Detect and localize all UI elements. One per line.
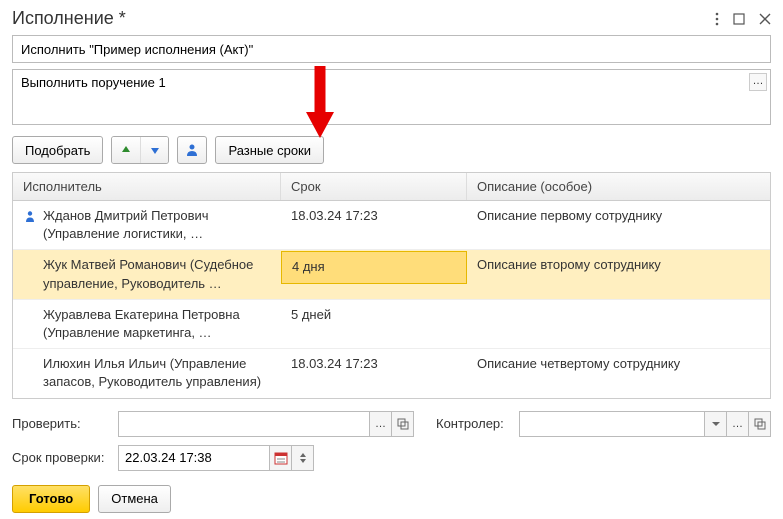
check-deadline-input[interactable] [118,445,270,471]
table-row[interactable]: Илюхин Илья Ильич (Управление запасов, Р… [13,349,770,397]
controller-dropdown-button[interactable] [705,411,727,437]
table-row[interactable]: Жук Матвей Романович (Судебное управлени… [13,250,770,299]
check-open-button[interactable] [392,411,414,437]
executor-name: Журавлева Екатерина Петровна (Управление… [43,306,271,342]
more-icon[interactable] [715,12,719,26]
table-row[interactable]: Журавлева Екатерина Петровна (Управление… [13,300,770,349]
controller-open-button[interactable] [749,411,771,437]
move-down-button[interactable] [140,137,168,163]
executor-name: Жук Матвей Романович (Судебное управлени… [43,256,271,292]
controller-select-button[interactable]: … [727,411,749,437]
executor-name: Жданов Дмитрий Петрович (Управление логи… [43,207,271,243]
description-cell: Описание второму сотруднику [467,250,770,280]
description-input[interactable]: Выполнить поручение 1 [12,69,771,125]
th-deadline[interactable]: Срок [281,173,467,200]
cancel-button[interactable]: Отмена [98,485,171,513]
done-button[interactable]: Готово [12,485,90,513]
executors-table: Исполнитель Срок Описание (особое) Ждано… [12,172,771,399]
description-cell [467,300,770,312]
add-person-button[interactable] [177,136,207,164]
controller-input[interactable] [519,411,705,437]
deadline-cell: 5 дней [281,300,467,330]
calendar-button[interactable] [270,445,292,471]
description-cell: Описание первому сотруднику [467,201,770,231]
task-name-input[interactable] [12,35,771,63]
table-row[interactable]: Жданов Дмитрий Петрович (Управление логи… [13,201,770,250]
description-expand-button[interactable]: … [749,73,767,91]
move-up-button[interactable] [112,137,140,163]
deadline-cell: 18.03.24 17:23 [281,201,467,231]
check-deadline-label: Срок проверки: [12,450,110,465]
check-input[interactable] [118,411,370,437]
deadline-cell: 18.03.24 17:23 [281,349,467,379]
th-executor[interactable]: Исполнитель [13,173,281,200]
executor-name: Илюхин Илья Ильич (Управление запасов, Р… [43,355,271,391]
window-title: Исполнение * [12,8,126,29]
deadline-spinner[interactable] [292,445,314,471]
description-cell: Описание четвертому сотруднику [467,349,770,379]
check-select-button[interactable]: … [370,411,392,437]
maximize-icon[interactable] [733,13,745,25]
different-dates-button[interactable]: Разные сроки [215,136,324,164]
person-icon [23,209,37,223]
pick-button[interactable]: Подобрать [12,136,103,164]
controller-label: Контролер: [436,416,511,431]
check-label: Проверить: [12,416,110,431]
close-icon[interactable] [759,13,771,25]
deadline-cell: 4 дня [281,251,467,283]
move-up-down-group [111,136,169,164]
th-description[interactable]: Описание (особое) [467,173,770,200]
